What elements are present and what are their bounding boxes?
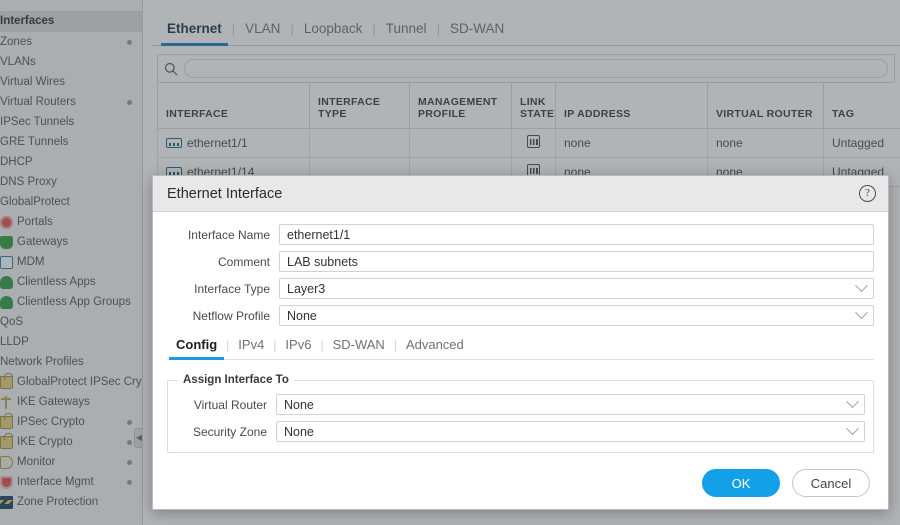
chevron-down-icon [846, 395, 859, 409]
interface-name-input[interactable]: ethernet1/1 [279, 224, 874, 245]
dialog-footer: OK Cancel [153, 457, 888, 509]
netflow-profile-label: Netflow Profile [192, 308, 270, 323]
dialog-title: Ethernet Interface [167, 185, 283, 202]
security-zone-value: None [284, 424, 314, 439]
comment-label: Comment [217, 254, 270, 269]
virtual-router-label: Virtual Router [193, 397, 267, 412]
field-netflow-profile: Netflow Profile None [167, 305, 874, 326]
chevron-down-icon [855, 306, 868, 320]
chevron-down-icon [855, 279, 868, 293]
field-virtual-router: Virtual Router None [170, 394, 865, 415]
virtual-router-select[interactable]: None [276, 394, 865, 415]
help-icon[interactable]: ? [859, 185, 876, 202]
dialog-header: Ethernet Interface ? [153, 176, 888, 212]
netflow-profile-select[interactable]: None [279, 305, 874, 326]
interface-type-value: Layer3 [287, 281, 326, 296]
assign-interface-to-group: Assign Interface To Virtual Router None … [167, 374, 874, 453]
dialog-tab-sd-wan[interactable]: SD-WAN [324, 337, 394, 359]
ok-button[interactable]: OK [702, 469, 780, 497]
interface-type-select[interactable]: Layer3 [279, 278, 874, 299]
comment-input[interactable]: LAB subnets [279, 251, 874, 272]
dialog-tab-ipv4[interactable]: IPv4 [229, 337, 273, 359]
chevron-down-icon [846, 422, 859, 436]
interface-name-label: Interface Name [187, 227, 270, 242]
dialog-tabs: Config | IPv4 | IPv6 | SD-WAN | Advanced [167, 337, 874, 360]
dialog-tab-config[interactable]: Config [167, 337, 226, 360]
dialog-tab-advanced[interactable]: Advanced [397, 337, 473, 359]
field-security-zone: Security Zone None [170, 421, 865, 442]
field-comment: Comment LAB subnets [167, 251, 874, 272]
app-root: Interfaces Zones VLANs Virtual Wires Virtua… [0, 0, 900, 525]
ethernet-interface-dialog: Ethernet Interface ? Interface Name ethe… [152, 175, 889, 510]
netflow-profile-value: None [287, 308, 317, 323]
field-interface-type: Interface Type Layer3 [167, 278, 874, 299]
virtual-router-value: None [284, 397, 314, 412]
dialog-body: Interface Name ethernet1/1 Comment LAB s… [153, 212, 888, 457]
field-interface-name: Interface Name ethernet1/1 [167, 224, 874, 245]
interface-type-label: Interface Type [194, 281, 270, 296]
security-zone-select[interactable]: None [276, 421, 865, 442]
assign-interface-to-legend: Assign Interface To [183, 374, 289, 386]
dialog-tab-ipv6[interactable]: IPv6 [276, 337, 320, 359]
cancel-button[interactable]: Cancel [792, 469, 870, 497]
security-zone-label: Security Zone [192, 424, 267, 439]
